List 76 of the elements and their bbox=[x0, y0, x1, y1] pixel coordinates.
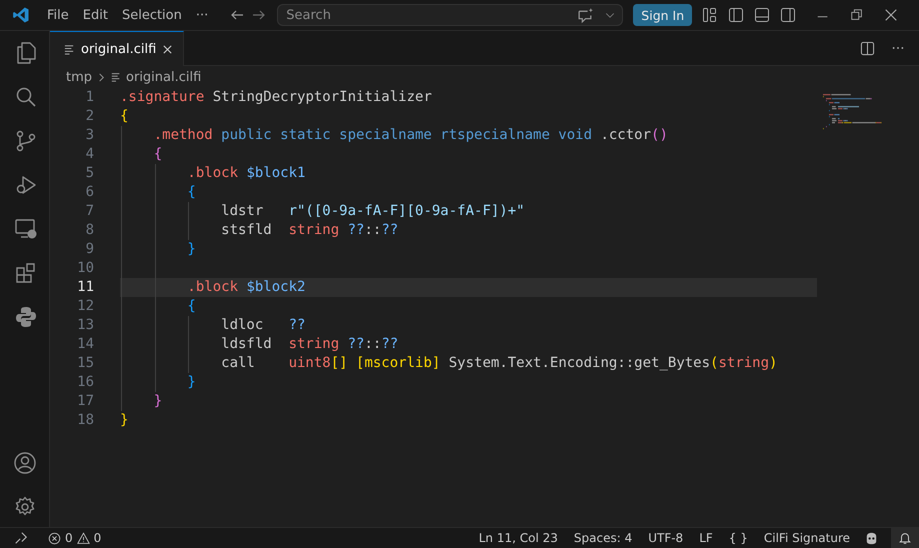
line-number: 6 bbox=[84, 183, 94, 202]
line-number: 5 bbox=[84, 164, 94, 183]
line-number: 17 bbox=[76, 392, 94, 411]
file-icon bbox=[64, 44, 75, 54]
breadcrumb-item[interactable]: tmp bbox=[66, 70, 92, 84]
python-icon[interactable] bbox=[14, 305, 38, 329]
app-logo-icon bbox=[12, 6, 30, 24]
code-line: .method public static specialname rtspecialname void .cctor() bbox=[152, 127, 668, 143]
code-line: ldloc ?? bbox=[220, 317, 306, 333]
menu-item[interactable]: Edit bbox=[76, 8, 115, 22]
line-number: 1 bbox=[84, 88, 94, 107]
secondary-sidebar-icon[interactable] bbox=[780, 7, 796, 23]
status-item[interactable]: LF bbox=[699, 531, 713, 545]
code-line: } bbox=[186, 241, 196, 257]
code-line: } bbox=[186, 374, 196, 390]
search-bar[interactable]: Search bbox=[277, 4, 624, 26]
menu-item[interactable]: Selection bbox=[114, 8, 189, 22]
line-number: 12 bbox=[76, 297, 94, 316]
code-line: ldstr r"([0-9a-fA-F][0-9a-fA-F])+" bbox=[220, 203, 525, 219]
code-line: { bbox=[120, 108, 128, 124]
line-number: 10 bbox=[76, 259, 94, 278]
line-number: 14 bbox=[76, 335, 94, 354]
notifications-button[interactable] bbox=[891, 528, 919, 548]
code-line: { bbox=[186, 298, 196, 314]
editor-tab[interactable]: original.cilfi bbox=[50, 31, 184, 66]
menu-item[interactable]: File bbox=[40, 8, 76, 22]
status-item[interactable]: UTF-8 bbox=[648, 531, 684, 545]
chevron-right-icon bbox=[97, 72, 106, 82]
warning-icon[interactable] bbox=[76, 532, 90, 544]
file-icon bbox=[111, 72, 122, 82]
line-number: 11 bbox=[76, 278, 94, 297]
error-count[interactable]: 0 bbox=[65, 531, 73, 545]
panel-toggle-icon[interactable] bbox=[754, 7, 770, 23]
code-line: } bbox=[152, 393, 162, 409]
sidebar-toggle-icon[interactable] bbox=[728, 7, 744, 23]
code-line: { bbox=[186, 184, 196, 200]
code-line: stsfld string ??::?? bbox=[220, 222, 398, 238]
bell-icon bbox=[898, 531, 912, 545]
layout-icon[interactable] bbox=[702, 7, 718, 23]
copilot-icon[interactable] bbox=[864, 530, 879, 546]
line-number: 13 bbox=[76, 316, 94, 335]
line-number: 15 bbox=[76, 354, 94, 373]
line-number: 18 bbox=[76, 411, 94, 430]
restore-icon[interactable] bbox=[850, 8, 864, 22]
code-line: .block $block1 bbox=[186, 165, 306, 181]
close-icon[interactable] bbox=[162, 44, 174, 54]
code-line: { bbox=[152, 146, 162, 162]
remote-icon[interactable] bbox=[14, 531, 28, 545]
status-item[interactable]: Ln 11, Col 23 bbox=[478, 531, 558, 545]
line-number: 3 bbox=[84, 126, 94, 145]
chat-icon[interactable] bbox=[577, 6, 594, 24]
close-icon[interactable] bbox=[884, 8, 898, 22]
code-line: call uint8[] [mscorlib] System.Text.Encoding::get_Bytes(string) bbox=[220, 355, 778, 371]
split-editor-icon[interactable] bbox=[860, 40, 875, 56]
code-line: .signature StringDecryptorInitializer bbox=[120, 89, 432, 105]
language-mode[interactable]: CilFi Signature bbox=[764, 531, 850, 545]
account-icon[interactable] bbox=[12, 451, 36, 475]
language-mode-icon[interactable]: { } bbox=[728, 531, 748, 545]
code-line: ldsfld string ??::?? bbox=[220, 336, 398, 352]
line-number: 2 bbox=[84, 107, 94, 126]
line-number: 8 bbox=[84, 221, 94, 240]
line-number: 4 bbox=[84, 145, 94, 164]
warning-count[interactable]: 0 bbox=[94, 531, 102, 545]
sign-in-button[interactable]: Sign In bbox=[633, 4, 692, 26]
search-field[interactable]: Search bbox=[284, 6, 572, 24]
code-line: .block $block2 bbox=[186, 279, 306, 295]
remote-explorer-icon[interactable] bbox=[14, 217, 38, 241]
breadcrumb-item[interactable]: original.cilfi bbox=[126, 70, 202, 84]
line-number: 7 bbox=[84, 202, 94, 221]
menu-item[interactable]: ··· bbox=[188, 8, 216, 22]
line-number: 9 bbox=[84, 240, 94, 259]
error-icon[interactable] bbox=[48, 532, 61, 544]
code-line: } bbox=[120, 412, 128, 428]
status-item[interactable]: Spaces: 4 bbox=[574, 531, 632, 545]
extensions-icon[interactable] bbox=[14, 261, 38, 285]
line-number: 16 bbox=[76, 373, 94, 392]
